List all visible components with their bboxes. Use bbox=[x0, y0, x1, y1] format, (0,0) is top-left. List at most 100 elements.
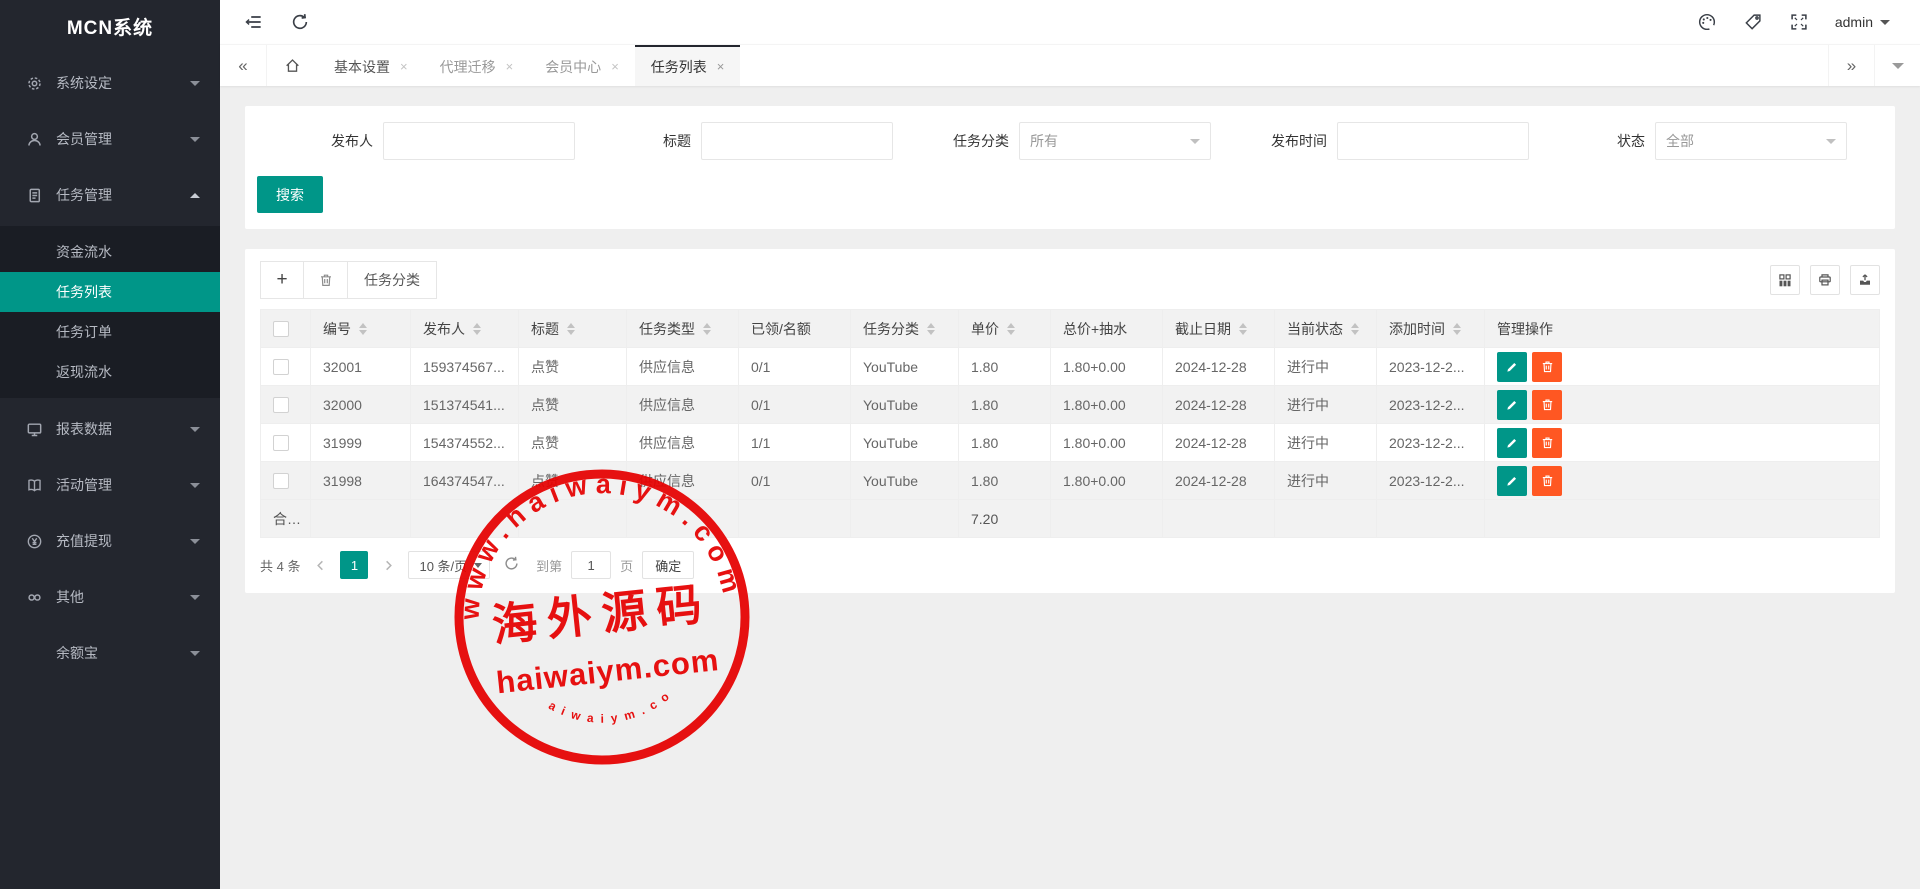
chevron-down-icon bbox=[1892, 63, 1904, 69]
prev-page-button[interactable] bbox=[309, 552, 331, 578]
page-number-button[interactable]: 1 bbox=[340, 551, 368, 579]
edit-button[interactable] bbox=[1497, 428, 1527, 458]
topbar: admin bbox=[220, 0, 1920, 44]
sidebar-item-label: 任务管理 bbox=[56, 185, 190, 205]
batch-delete-button[interactable] bbox=[304, 261, 348, 299]
sort-icon[interactable] bbox=[1351, 323, 1359, 335]
sidebar-item-tasks[interactable]: 任务管理 bbox=[0, 170, 220, 220]
total-price: 7.20 bbox=[959, 500, 1051, 538]
close-icon[interactable]: × bbox=[611, 59, 619, 74]
refresh-icon[interactable] bbox=[290, 12, 310, 32]
cell-id: 32001 bbox=[311, 348, 411, 386]
trash-icon bbox=[318, 272, 334, 288]
chevron-down-icon bbox=[190, 81, 200, 86]
category-select[interactable]: 所有 bbox=[1019, 122, 1211, 160]
next-page-button[interactable] bbox=[377, 552, 399, 578]
tabs-scroll-left[interactable]: « bbox=[220, 45, 266, 86]
publish-time-input[interactable] bbox=[1337, 122, 1529, 160]
sort-icon[interactable] bbox=[1239, 323, 1247, 335]
sort-icon[interactable] bbox=[567, 323, 575, 335]
sort-icon[interactable] bbox=[1007, 323, 1015, 335]
tab-basic-settings[interactable]: 基本设置 × bbox=[318, 45, 424, 86]
export-icon bbox=[1857, 272, 1873, 288]
sidebar-item-other[interactable]: 其他 bbox=[0, 572, 220, 622]
row-checkbox[interactable] bbox=[273, 359, 289, 375]
sidebar-item-task-orders[interactable]: 任务订单 bbox=[0, 312, 220, 352]
cell-category: YouTube bbox=[851, 348, 959, 386]
sidebar-item-fund-flow[interactable]: 资金流水 bbox=[0, 232, 220, 272]
sidebar-item-recharge-withdraw[interactable]: 充值提现 bbox=[0, 516, 220, 566]
sort-icon[interactable] bbox=[1453, 323, 1461, 335]
delete-button[interactable] bbox=[1532, 352, 1562, 382]
chevron-down-icon bbox=[190, 539, 200, 544]
status-select[interactable]: 全部 bbox=[1655, 122, 1847, 160]
sidebar-item-members[interactable]: 会员管理 bbox=[0, 114, 220, 164]
sort-icon[interactable] bbox=[359, 323, 367, 335]
close-icon[interactable]: × bbox=[506, 59, 514, 74]
tabs-menu-toggle[interactable] bbox=[1874, 45, 1920, 86]
close-icon[interactable]: × bbox=[717, 59, 725, 74]
sidebar-item-cashback-flow[interactable]: 返现流水 bbox=[0, 352, 220, 392]
tab-member-center[interactable]: 会员中心 × bbox=[529, 45, 635, 86]
content-area: 发布人 标题 任务分类 所有 发布 bbox=[220, 86, 1920, 889]
theme-palette-icon[interactable] bbox=[1697, 12, 1717, 32]
sort-icon[interactable] bbox=[703, 323, 711, 335]
print-button[interactable] bbox=[1810, 265, 1840, 295]
table-row: 31998 164374547... 点赞 供应信息 0/1 YouTube 1… bbox=[261, 462, 1880, 500]
chevron-down-icon bbox=[190, 483, 200, 488]
refresh-table-icon[interactable] bbox=[503, 555, 523, 575]
sidebar-item-task-list[interactable]: 任务列表 bbox=[0, 272, 220, 312]
sidebar-item-reports[interactable]: 报表数据 bbox=[0, 404, 220, 454]
sidebar-item-activities[interactable]: 活动管理 bbox=[0, 460, 220, 510]
export-button[interactable] bbox=[1850, 265, 1880, 295]
chevron-down-icon bbox=[190, 427, 200, 432]
publisher-input[interactable] bbox=[383, 122, 575, 160]
fullscreen-icon[interactable] bbox=[1789, 12, 1809, 32]
home-tab[interactable] bbox=[266, 45, 318, 86]
task-category-button[interactable]: 任务分类 bbox=[348, 261, 437, 299]
user-menu[interactable]: admin bbox=[1835, 14, 1890, 30]
page-size-select[interactable]: 10 条/页 bbox=[408, 551, 490, 579]
cell-quota: 1/1 bbox=[739, 424, 851, 462]
cell-category: YouTube bbox=[851, 462, 959, 500]
total-label: 合计 bbox=[261, 500, 311, 538]
tab-task-list[interactable]: 任务列表 × bbox=[635, 45, 741, 86]
edit-button[interactable] bbox=[1497, 352, 1527, 382]
yen-icon bbox=[26, 533, 43, 550]
delete-button[interactable] bbox=[1532, 390, 1562, 420]
row-checkbox[interactable] bbox=[273, 397, 289, 413]
sidebar-item-system-settings[interactable]: 系统设定 bbox=[0, 58, 220, 108]
delete-button[interactable] bbox=[1532, 466, 1562, 496]
cell-publisher: 151374541... bbox=[411, 386, 519, 424]
cell-id: 32000 bbox=[311, 386, 411, 424]
collapse-sidebar-icon[interactable] bbox=[244, 12, 264, 32]
delete-button[interactable] bbox=[1532, 428, 1562, 458]
sort-icon[interactable] bbox=[927, 323, 935, 335]
edit-button[interactable] bbox=[1497, 390, 1527, 420]
row-checkbox[interactable] bbox=[273, 435, 289, 451]
sort-icon[interactable] bbox=[473, 323, 481, 335]
table-header-row: 编号 发布人 标题 任务类型 已领/名额 任务分类 单价 总价+抽水 截止日期 … bbox=[261, 310, 1880, 348]
goto-page-input[interactable] bbox=[571, 551, 611, 579]
row-checkbox[interactable] bbox=[273, 473, 289, 489]
close-icon[interactable]: × bbox=[400, 59, 408, 74]
select-all-checkbox[interactable] bbox=[273, 321, 289, 337]
column-header: 截止日期 bbox=[1175, 319, 1231, 339]
status-select-value: 全部 bbox=[1666, 131, 1694, 151]
page-unit-label: 页 bbox=[620, 556, 633, 575]
goto-confirm-button[interactable]: 确定 bbox=[642, 551, 694, 579]
add-task-button[interactable]: + bbox=[260, 261, 304, 299]
chevron-down-icon bbox=[190, 651, 200, 656]
tab-agent-migration[interactable]: 代理迁移 × bbox=[424, 45, 530, 86]
search-button[interactable]: 搜索 bbox=[257, 176, 323, 213]
sidebar-item-yuebao[interactable]: 余额宝 bbox=[0, 628, 220, 678]
table-row: 32001 159374567... 点赞 供应信息 0/1 YouTube 1… bbox=[261, 348, 1880, 386]
title-input[interactable] bbox=[701, 122, 893, 160]
edit-button[interactable] bbox=[1497, 466, 1527, 496]
tabbar: « 基本设置 × 代理迁移 × 会员中心 × 任务列表 × » bbox=[220, 44, 1920, 86]
pencil-icon bbox=[1505, 359, 1520, 374]
tabs-scroll-right[interactable]: » bbox=[1828, 45, 1874, 86]
tab-label: 任务列表 bbox=[651, 57, 707, 77]
tag-icon[interactable] bbox=[1743, 12, 1763, 32]
columns-filter-button[interactable] bbox=[1770, 265, 1800, 295]
